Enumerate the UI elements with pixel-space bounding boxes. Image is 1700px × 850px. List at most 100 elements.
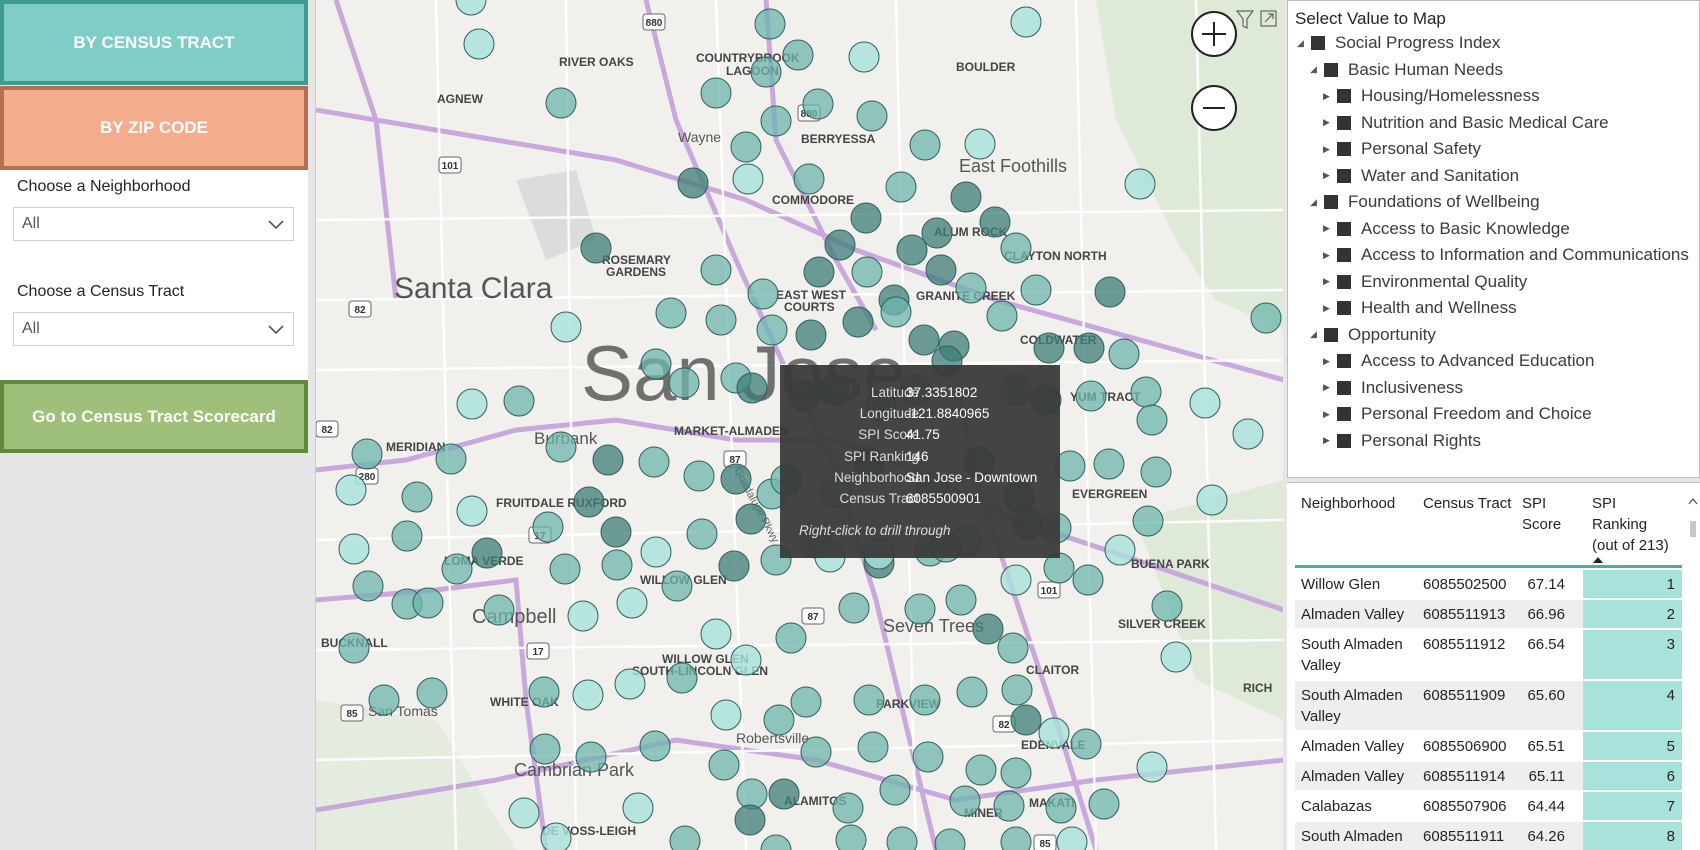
census-tract-bubble[interactable]	[824, 229, 856, 261]
checkbox[interactable]	[1337, 380, 1351, 395]
census-tract-bubble[interactable]	[416, 677, 448, 709]
census-tract-bubble[interactable]	[793, 163, 825, 195]
census-tract-bubble[interactable]	[1045, 792, 1077, 824]
focus-mode-icon[interactable]	[1260, 10, 1277, 27]
census-tract-bubble[interactable]	[669, 825, 701, 850]
census-tract-bubble[interactable]	[1000, 757, 1032, 789]
census-tract-bubble[interactable]	[1038, 717, 1070, 749]
census-tract-bubble[interactable]	[1070, 728, 1102, 760]
census-tract-bubble[interactable]	[638, 446, 670, 478]
census-tract-bubble[interactable]	[1001, 674, 1033, 706]
census-tract-bubble[interactable]	[708, 749, 740, 781]
collapse-arrow-icon[interactable]: ◢	[1310, 64, 1322, 75]
checkbox[interactable]	[1337, 221, 1351, 236]
census-tract-bubble[interactable]	[1250, 302, 1282, 334]
census-tract-bubble[interactable]	[747, 278, 779, 310]
expand-arrow-icon[interactable]: ▶	[1323, 276, 1335, 287]
census-tract-bubble[interactable]	[956, 676, 988, 708]
census-tract-bubble[interactable]	[925, 254, 957, 286]
checkbox[interactable]	[1337, 142, 1351, 156]
census-tract-bubble[interactable]	[529, 733, 561, 765]
census-tract-bubble[interactable]	[879, 774, 911, 806]
zoom-out-button[interactable]	[1191, 85, 1237, 131]
census-tract-bubble[interactable]	[1132, 505, 1164, 537]
census-tract-bubble[interactable]	[592, 444, 624, 476]
census-tract-bubble[interactable]	[550, 311, 582, 343]
census-tract-bubble[interactable]	[730, 644, 762, 676]
census-tract-bubble[interactable]	[335, 474, 367, 506]
expand-arrow-icon[interactable]: ▶	[1323, 170, 1335, 181]
census-tract-bubble[interactable]	[1072, 564, 1104, 596]
checkbox[interactable]	[1337, 274, 1351, 289]
census-tract-bubble[interactable]	[600, 516, 632, 548]
census-tract-bubble[interactable]	[338, 533, 370, 565]
census-tract-bubble[interactable]	[832, 792, 864, 824]
zoom-in-button[interactable]	[1191, 11, 1237, 57]
checkbox[interactable]	[1337, 433, 1351, 448]
census-tract-bubble[interactable]	[1136, 404, 1168, 436]
census-tract-bubble[interactable]	[950, 181, 982, 213]
census-tract-bubble[interactable]	[1020, 274, 1052, 306]
census-tract-bubble[interactable]	[972, 613, 1004, 645]
census-tract-bubble[interactable]	[720, 463, 752, 495]
census-tract-bubble[interactable]	[1000, 564, 1032, 596]
slicer-item[interactable]: ▶ Health and Wellness	[1323, 296, 1517, 320]
census-tract-bubble[interactable]	[1073, 332, 1105, 364]
census-tract-bubble[interactable]	[760, 105, 792, 137]
collapse-arrow-icon[interactable]: ◢	[1310, 329, 1322, 340]
slicer-item[interactable]: ▶ Housing/Homelessness	[1323, 84, 1540, 108]
census-tract-bubble[interactable]	[965, 754, 997, 786]
census-tract-bubble[interactable]	[921, 217, 953, 249]
census-tract-bubble[interactable]	[949, 785, 981, 817]
census-tract-bubble[interactable]	[412, 587, 444, 619]
table-row[interactable]: Willow Glen 6085502500 67.14 1	[1295, 570, 1682, 599]
checkbox[interactable]	[1337, 115, 1351, 130]
checkbox[interactable]	[1337, 354, 1351, 368]
census-tract-bubble[interactable]	[912, 741, 944, 773]
expand-arrow-icon[interactable]: ▶	[1323, 382, 1335, 393]
census-tract-bubble[interactable]	[1108, 338, 1140, 370]
slicer-item[interactable]: ▶ Access to Advanced Education	[1323, 349, 1594, 373]
expand-arrow-icon[interactable]: ▶	[1323, 409, 1335, 420]
scroll-up-icon[interactable]	[1688, 495, 1698, 509]
census-tract-bubble[interactable]	[1130, 376, 1162, 408]
table-row[interactable]: South Almaden Valley 6085511912 66.54 3	[1295, 630, 1682, 680]
census-tract-bubble[interactable]	[700, 254, 732, 286]
table-row[interactable]: Almaden Valley 6085511913 66.96 2	[1295, 600, 1682, 629]
checkbox[interactable]	[1324, 327, 1338, 342]
expand-arrow-icon[interactable]: ▶	[1323, 117, 1335, 128]
census-tract-bubble[interactable]	[352, 570, 384, 602]
census-tract-bubble[interactable]	[549, 553, 581, 585]
census-tract-bubble[interactable]	[979, 206, 1011, 238]
census-tract-bubble[interactable]	[683, 460, 715, 492]
census-tract-bubble[interactable]	[572, 679, 604, 711]
census-tract-bubble[interactable]	[851, 256, 883, 288]
census-tract-bubble[interactable]	[700, 618, 732, 650]
expand-arrow-icon[interactable]: ▶	[1323, 356, 1335, 367]
by-census-tract-button[interactable]: BY CENSUS TRACT	[0, 0, 308, 85]
checkbox[interactable]	[1337, 407, 1351, 421]
census-tract-bubble[interactable]	[1196, 484, 1228, 516]
by-zip-code-button[interactable]: BY ZIP CODE	[0, 86, 308, 170]
census-tract-bubble[interactable]	[1075, 380, 1107, 412]
census-tract-bubble[interactable]	[528, 676, 560, 708]
census-tract-bubble[interactable]	[435, 443, 467, 475]
expand-arrow-icon[interactable]: ▶	[1323, 303, 1335, 314]
census-tract-bubble[interactable]	[735, 503, 767, 535]
census-tract-bubble[interactable]	[545, 431, 577, 463]
census-tract-bubble[interactable]	[850, 202, 882, 234]
census-tract-bubble[interactable]	[1160, 641, 1192, 673]
census-tract-bubble[interactable]	[838, 592, 870, 624]
census-tract-bubble[interactable]	[1094, 276, 1126, 308]
census-tract-bubble[interactable]	[532, 511, 564, 543]
census-tract-bubble[interactable]	[441, 553, 473, 585]
scorecard-button[interactable]: Go to Census Tract Scorecard	[0, 380, 308, 453]
census-tract-bubble[interactable]	[1151, 590, 1183, 622]
header-spi-ranking[interactable]: SPI Ranking (out of 213)	[1592, 493, 1669, 556]
header-spi-score[interactable]: SPI Score	[1522, 493, 1561, 535]
census-tract-bubble[interactable]	[857, 731, 889, 763]
collapse-arrow-icon[interactable]: ◢	[1310, 197, 1322, 208]
census-tract-bubble[interactable]	[700, 77, 732, 109]
census-tract-bubble[interactable]	[503, 385, 535, 417]
census-tract-bubble[interactable]	[736, 372, 768, 404]
